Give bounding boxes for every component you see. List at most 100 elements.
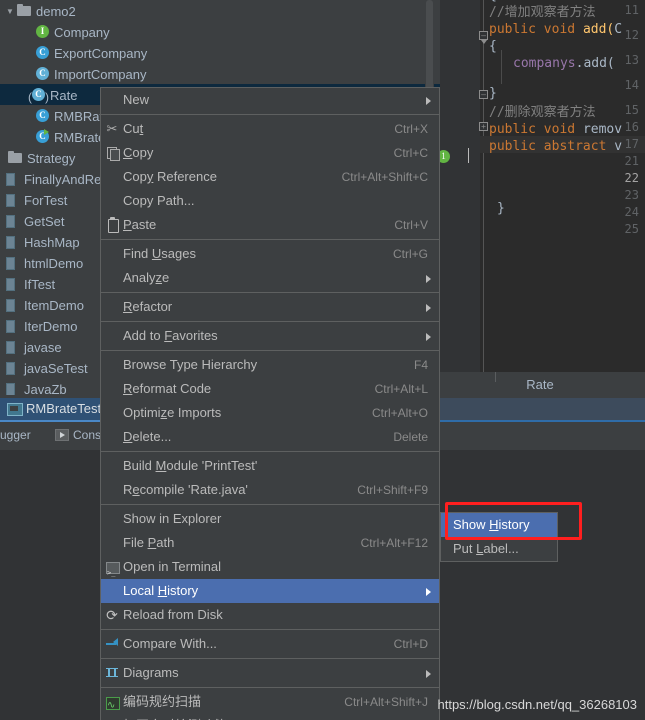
context-menu[interactable]: New ✂ Cut Ctrl+X Copy Ctrl+C Copy Refere… xyxy=(100,87,440,720)
menu-item-label: 打开实时检测功能 xyxy=(123,714,227,720)
selected-row-stripe xyxy=(435,398,645,420)
package-icon xyxy=(4,170,21,187)
package-icon xyxy=(4,317,21,334)
menu-item-delete[interactable]: Delete... Delete xyxy=(101,425,439,449)
menu-item-find-usages[interactable]: Find Usages Ctrl+G xyxy=(101,242,439,266)
package-icon xyxy=(4,254,21,271)
menu-item-label: Put Label... xyxy=(453,541,519,556)
tab-label-rate[interactable]: Rate xyxy=(526,377,553,392)
menu-item-label: Copy Path... xyxy=(123,193,195,208)
tree-item-label: ItemDemo xyxy=(24,298,84,314)
indent-guide xyxy=(501,50,502,84)
scissors-icon: ✂ xyxy=(106,121,118,136)
menu-item-optimize-imports[interactable]: Optimize Imports Ctrl+Alt+O xyxy=(101,401,439,425)
menu-item-open-in-terminal[interactable]: Open in Terminal xyxy=(101,555,439,585)
ide-window: 11 12 13 14 15 16 17 21 22 23 24 25 – – … xyxy=(0,0,645,720)
runnable-class-icon: C xyxy=(34,128,51,145)
menu-item-reformat-code[interactable]: Reformat Code Ctrl+Alt+L xyxy=(101,377,439,401)
menu-item-label: Optimize Imports xyxy=(123,405,222,420)
scan-icon xyxy=(104,694,120,718)
fold-expand-icon[interactable]: + xyxy=(479,122,488,131)
code-editor[interactable]: 11 12 13 14 15 16 17 21 22 23 24 25 – – … xyxy=(435,0,645,372)
menu-item-local-history[interactable]: Local History xyxy=(101,579,439,603)
code-line: } xyxy=(497,201,505,216)
tree-item-label: Rate xyxy=(50,88,78,104)
menu-item-compare-with[interactable]: Compare With... Ctrl+D xyxy=(101,632,439,656)
menu-item-label: Paste xyxy=(123,217,157,232)
tree-item-label: demo2 xyxy=(36,4,76,20)
menu-separator xyxy=(101,504,439,505)
menu-item-label: Reformat Code xyxy=(123,381,212,396)
menu-item-analyze[interactable]: Analyze xyxy=(101,266,439,290)
chevron-down-icon[interactable]: ▼ xyxy=(4,1,16,22)
package-icon xyxy=(4,191,21,208)
menu-item-new[interactable]: New xyxy=(101,88,439,112)
menu-item-diagrams[interactable]: Diagrams xyxy=(101,661,439,685)
menu-item-label: Local History xyxy=(123,583,199,598)
menu-item-label: Build Module 'PrintTest' xyxy=(123,458,258,473)
menu-item-copy-path[interactable]: Copy Path... xyxy=(101,189,439,213)
submenu-item-put-label[interactable]: Put Label... xyxy=(441,537,557,561)
tree-item-company[interactable]: I Company xyxy=(30,21,440,42)
menu-item-label: Open in Terminal xyxy=(123,559,222,574)
menu-item-browse-type-hierarchy[interactable]: Browse Type Hierarchy F4 xyxy=(101,353,439,377)
menu-item-accelerator: Ctrl+Alt+O xyxy=(371,406,428,420)
menu-item-label: Reload from Disk xyxy=(123,607,223,622)
editor-gutter[interactable] xyxy=(435,0,480,372)
menu-item-build-module[interactable]: Build Module 'PrintTest' xyxy=(101,454,439,478)
tree-item-exportcompany[interactable]: C ExportCompany xyxy=(30,42,440,63)
menu-item-recompile[interactable]: Recompile 'Rate.java' Ctrl+Shift+F9 xyxy=(101,478,439,502)
menu-item-reload-from-disk[interactable]: ⟳ Reload from Disk xyxy=(101,603,439,627)
menu-item-label: Find Usages xyxy=(123,246,196,261)
menu-item-show-in-explorer[interactable]: Show in Explorer xyxy=(101,507,439,531)
tree-item-importcompany[interactable]: C ImportCompany xyxy=(30,63,440,84)
menu-item-cut[interactable]: ✂ Cut Ctrl+X xyxy=(101,117,439,141)
menu-item-accelerator: Ctrl+Alt+Shift+J xyxy=(344,695,428,709)
tree-item-label: javase xyxy=(24,340,62,356)
menu-item-accelerator: Ctrl+Alt+Shift+C xyxy=(341,170,428,184)
menu-item-copy-reference[interactable]: Copy Reference Ctrl+Alt+Shift+C xyxy=(101,165,439,189)
menu-item-label: Browse Type Hierarchy xyxy=(123,357,258,372)
menu-item-copy[interactable]: Copy Ctrl+C xyxy=(101,141,439,165)
tree-item-demo2[interactable]: ▼ demo2 xyxy=(0,0,440,21)
tab-debugger[interactable]: ugger xyxy=(0,428,31,442)
tree-item-label: IterDemo xyxy=(24,319,78,335)
line-number: 12 xyxy=(624,28,639,42)
chevron-right-icon xyxy=(426,333,431,341)
menu-item-label: Delete... xyxy=(123,429,172,444)
code-line: { xyxy=(489,39,497,54)
menu-item-add-to-favorites[interactable]: Add to Favorites xyxy=(101,324,439,348)
menu-separator xyxy=(101,687,439,688)
fold-collapse-icon[interactable]: – xyxy=(479,90,488,99)
tree-item-label: GetSet xyxy=(24,214,65,230)
module-label: RMBrateTest xyxy=(26,401,102,416)
menu-item-file-path[interactable]: File Path Ctrl+Alt+F12 xyxy=(101,531,439,555)
line-number: 24 xyxy=(624,205,639,219)
line-number: 23 xyxy=(624,188,639,202)
code-line: //增加观察者方法 xyxy=(489,5,596,20)
tree-item-label: javaSeTest xyxy=(24,361,88,377)
copy-icon xyxy=(104,145,120,161)
line-number-current: 22 xyxy=(624,171,639,185)
line-number: 11 xyxy=(624,3,639,17)
tree-item-label: Strategy xyxy=(27,151,76,167)
menu-item-label: Add to Favorites xyxy=(123,328,218,343)
class-icon: C xyxy=(34,44,51,61)
panel-strip xyxy=(435,422,645,450)
module-icon xyxy=(6,400,23,417)
fold-collapse-icon[interactable]: – xyxy=(479,31,488,44)
menu-item-accelerator: Ctrl+V xyxy=(394,218,428,232)
menu-item-refactor[interactable]: Refactor xyxy=(101,295,439,319)
menu-separator xyxy=(101,292,439,293)
menu-item-enable-realtime-detection[interactable]: 打开实时检测功能 xyxy=(101,714,439,720)
menu-item-accelerator: Ctrl+G xyxy=(392,247,428,261)
menu-item-label: 编码规约扫描 xyxy=(123,694,202,709)
editor-tab-bar[interactable]: Rate xyxy=(435,372,645,398)
tree-item-label: ExportCompany xyxy=(54,46,148,62)
package-icon xyxy=(4,359,21,376)
watermark-text: https://blog.csdn.net/qq_36268103 xyxy=(437,697,638,712)
menu-item-paste[interactable]: Paste Ctrl+V xyxy=(101,213,439,237)
menu-separator xyxy=(101,658,439,659)
menu-item-code-convention-scan[interactable]: 编码规约扫描 Ctrl+Alt+Shift+J xyxy=(101,690,439,718)
menu-separator xyxy=(101,451,439,452)
